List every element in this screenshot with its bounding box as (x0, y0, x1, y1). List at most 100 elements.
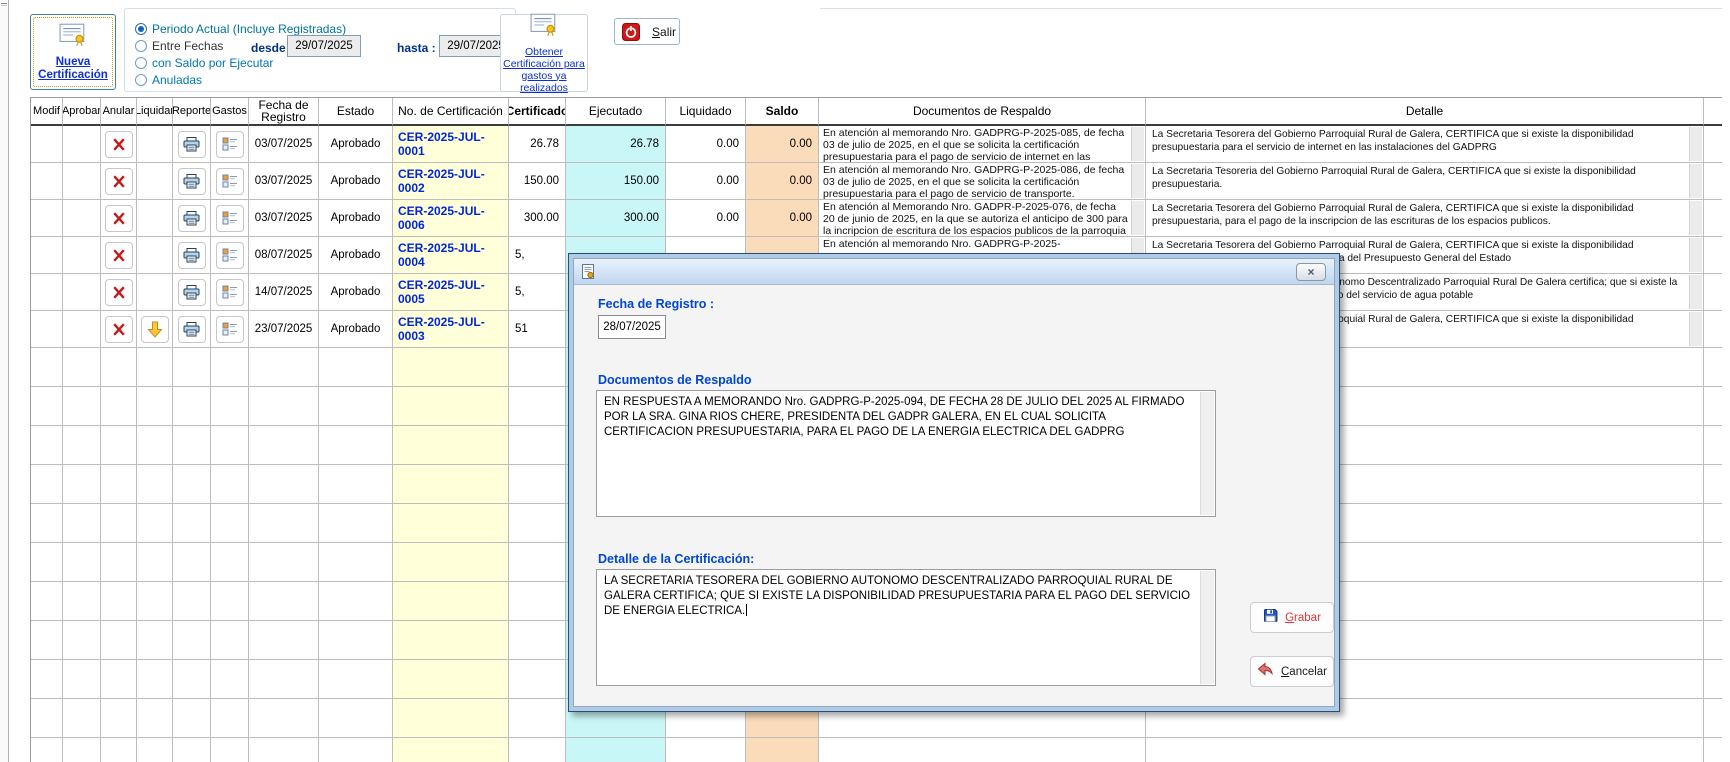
cell-scrollbar[interactable] (1689, 275, 1702, 309)
empty-cell (393, 543, 509, 582)
filter-radio-2[interactable]: con Saldo por Ejecutar (135, 55, 273, 70)
fecha-registro-input[interactable]: 28/07/2025 (598, 315, 666, 339)
empty-cell (63, 426, 101, 465)
filter-radio-label: Entre Fechas (152, 39, 223, 53)
printer-icon (183, 174, 200, 189)
empty-cell (249, 543, 319, 582)
reporte-print-button[interactable] (178, 205, 206, 232)
cell-scrollbar[interactable] (1689, 201, 1702, 235)
liquidado-cell: 0.00 (666, 200, 746, 237)
nueva-certificacion-button[interactable]: Nueva Certificación (30, 14, 116, 90)
gastos-button[interactable] (216, 242, 244, 269)
empty-cell (63, 738, 101, 762)
filter-radio-3[interactable]: Anuladas (135, 72, 202, 87)
empty-cell (249, 465, 319, 504)
reporte-print-button[interactable] (178, 279, 206, 306)
empty-cell (666, 738, 746, 762)
empty-cell (101, 621, 137, 660)
empty-cell (393, 660, 509, 699)
collapsed-side-panel[interactable] (0, 0, 9, 762)
liquidar-button[interactable] (141, 316, 169, 343)
cell-scrollbar[interactable] (1689, 127, 1702, 161)
x-icon (112, 286, 126, 299)
empty-cell (31, 387, 63, 426)
empty-cell (173, 738, 211, 762)
liquidar-cell (137, 126, 173, 163)
certification-number-link[interactable]: CER-2025-JUL-0001 (393, 126, 509, 163)
empty-cell (509, 738, 566, 762)
certification-number-link[interactable]: CER-2025-JUL-0003 (393, 311, 509, 348)
anular-cell (101, 163, 137, 200)
anular-button[interactable] (105, 279, 133, 306)
application-window: Nueva Certificación Periodo Actual (Incl… (0, 0, 1730, 762)
gastos-button[interactable] (216, 316, 244, 343)
extra-cell (1704, 274, 1722, 311)
textarea-scrollbar[interactable] (1200, 392, 1214, 515)
dialog-close-button[interactable]: × (1296, 263, 1326, 281)
ejecutado-cell: 26.78 (566, 126, 666, 163)
reporte-print-button[interactable] (178, 168, 206, 195)
gastos-button[interactable] (216, 168, 244, 195)
radio-icon[interactable] (135, 74, 147, 86)
detalle-certificacion-textarea[interactable]: LA SECRETARIA TESORERA DEL GOBIERNO AUTO… (596, 569, 1216, 686)
anular-button[interactable] (105, 316, 133, 343)
gastos-cell (211, 163, 249, 200)
filter-radio-0[interactable]: Periodo Actual (Incluye Registradas) (135, 21, 346, 36)
table-header-row: ModifAprobarAnularLiquidarReporteGastosF… (31, 98, 1722, 126)
anular-button[interactable] (105, 168, 133, 195)
column-header-liquidar: Liquidar (137, 98, 173, 126)
empty-cell (249, 621, 319, 660)
column-header-anular: Anular (101, 98, 137, 126)
undo-arrow-icon (1257, 662, 1274, 681)
empty-cell (63, 348, 101, 387)
gastos-button[interactable] (216, 279, 244, 306)
anular-button[interactable] (105, 205, 133, 232)
column-header-modif: Modif (31, 98, 63, 126)
certification-number-link[interactable]: CER-2025-JUL-0002 (393, 163, 509, 200)
empty-cell (319, 465, 393, 504)
documentos-text: En atención al Memorando Nro. GADPR-P-20… (819, 200, 1145, 237)
gastos-icon (222, 137, 238, 151)
anular-button[interactable] (105, 242, 133, 269)
cell-scrollbar[interactable] (1689, 312, 1702, 346)
desde-date-input[interactable]: 29/07/2025 (287, 35, 361, 57)
reporte-print-button[interactable] (178, 242, 206, 269)
certification-number-link[interactable]: CER-2025-JUL-0005 (393, 274, 509, 311)
documentos-respaldo-textarea[interactable]: EN RESPUESTA A MEMORANDO Nro. GADPRG-P-2… (596, 390, 1216, 517)
gastos-cell (211, 126, 249, 163)
anular-button[interactable] (105, 131, 133, 158)
modif-cell (31, 163, 63, 200)
reporte-print-button[interactable] (178, 131, 206, 158)
gastos-button[interactable] (216, 131, 244, 158)
radio-icon[interactable] (135, 57, 147, 69)
textarea-scrollbar[interactable] (1200, 571, 1214, 684)
salir-button[interactable]: Salir (614, 18, 680, 45)
liquidar-cell (137, 163, 173, 200)
column-header-fecha: Fecha de Registro (249, 98, 319, 126)
reporte-print-button[interactable] (178, 316, 206, 343)
grabar-button[interactable]: Grabar (1250, 602, 1334, 633)
empty-cell (746, 738, 819, 762)
reporte-cell (173, 163, 211, 200)
obtener-certificacion-button[interactable]: Obtener Certificación para gastos ya rea… (500, 14, 588, 92)
gastos-button[interactable] (216, 205, 244, 232)
radio-selected-icon[interactable] (135, 23, 147, 35)
cell-scrollbar[interactable] (1689, 164, 1702, 198)
empty-cell (319, 504, 393, 543)
empty-cell (63, 504, 101, 543)
cell-scrollbar[interactable] (1689, 238, 1702, 272)
gastos-icon (222, 322, 238, 336)
cell-scrollbar[interactable] (1131, 127, 1144, 161)
cell-scrollbar[interactable] (1131, 201, 1144, 235)
cell-scrollbar[interactable] (1131, 164, 1144, 198)
certification-number-link[interactable]: CER-2025-JUL-0006 (393, 200, 509, 237)
certification-number-link[interactable]: CER-2025-JUL-0004 (393, 237, 509, 274)
radio-icon[interactable] (135, 40, 147, 52)
gastos-cell (211, 311, 249, 348)
empty-cell (393, 426, 509, 465)
cancel-arrow-icon-button[interactable]: Cancelar (1250, 656, 1334, 687)
dialog-titlebar[interactable]: × (574, 259, 1334, 285)
empty-cell (249, 699, 319, 738)
filter-radio-1[interactable]: Entre Fechas (135, 38, 223, 53)
estado-cell: Aprobado (319, 126, 393, 163)
